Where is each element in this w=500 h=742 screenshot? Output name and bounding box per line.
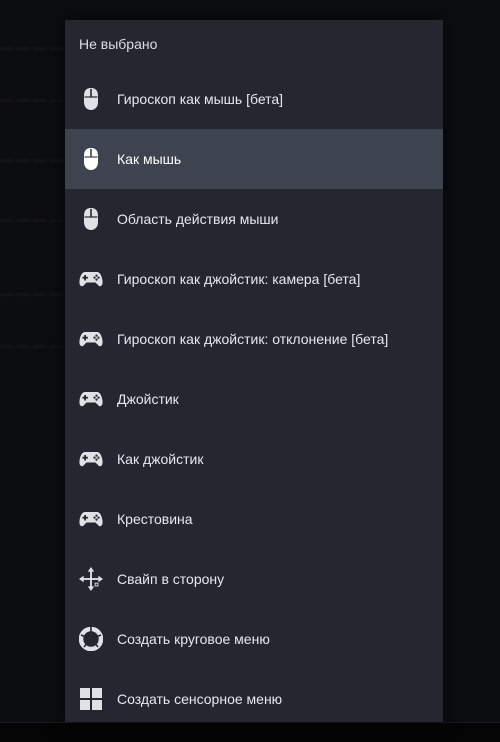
menu-item-create-touch-menu[interactable]: Создать сенсорное меню bbox=[65, 669, 443, 722]
menu-item-as-joystick[interactable]: Как джойстик bbox=[65, 429, 443, 489]
menu-item-label: Область действия мыши bbox=[117, 211, 279, 227]
grid-menu-icon bbox=[79, 687, 103, 711]
mouse-icon bbox=[79, 207, 103, 231]
gamepad-icon bbox=[79, 507, 103, 531]
gamepad-icon bbox=[79, 327, 103, 351]
menu-item-label: Создать сенсорное меню bbox=[117, 691, 283, 707]
menu-item-label: Как мышь bbox=[117, 151, 182, 167]
background-text: — — — — bbox=[0, 286, 63, 301]
menu-item-as-mouse[interactable]: Как мышь bbox=[65, 129, 443, 189]
menu-header-none-selected[interactable]: Не выбрано bbox=[79, 36, 157, 52]
gamepad-icon bbox=[79, 447, 103, 471]
menu-item-label: Крестовина bbox=[117, 511, 193, 527]
gamepad-icon bbox=[79, 267, 103, 291]
background-text: — — — — bbox=[0, 152, 63, 167]
background-text: — — — — bbox=[0, 212, 63, 227]
menu-item-gyro-joystick-camera[interactable]: Гироскоп как джойстик: камера [бета] bbox=[65, 249, 443, 309]
menu-item-label: Гироскоп как джойстик: камера [бета] bbox=[117, 271, 361, 287]
swipe-arrows-icon bbox=[79, 567, 103, 591]
mouse-icon bbox=[79, 87, 103, 111]
menu-item-label: Гироскоп как мышь [бета] bbox=[117, 91, 284, 107]
menu-item-dpad[interactable]: Крестовина bbox=[65, 489, 443, 549]
menu-item-label: Как джойстик bbox=[117, 451, 204, 467]
background-text: — — — — bbox=[0, 338, 63, 353]
radial-menu-icon bbox=[79, 627, 103, 651]
bottom-bar bbox=[0, 722, 500, 742]
menu-item-swipe-sideways[interactable]: Свайп в сторону bbox=[65, 549, 443, 609]
background-text: — — — — bbox=[0, 92, 63, 107]
menu-item-label: Свайп в сторону bbox=[117, 571, 225, 587]
mode-dropdown-menu: Не выбрано Гироскоп как мышь [бета] Как … bbox=[65, 20, 443, 722]
menu-item-gyro-joystick-deflection[interactable]: Гироскоп как джойстик: отклонение [бета] bbox=[65, 309, 443, 369]
gamepad-icon bbox=[79, 387, 103, 411]
mouse-icon bbox=[79, 147, 103, 171]
menu-item-label: Создать круговое меню bbox=[117, 631, 270, 647]
menu-item-mouse-region[interactable]: Область действия мыши bbox=[65, 189, 443, 249]
menu-item-label: Гироскоп как джойстик: отклонение [бета] bbox=[117, 331, 389, 347]
menu-item-create-radial-menu[interactable]: Создать круговое меню bbox=[65, 609, 443, 669]
menu-item-joystick[interactable]: Джойстик bbox=[65, 369, 443, 429]
menu-item-gyro-as-mouse[interactable]: Гироскоп как мышь [бета] bbox=[65, 69, 443, 129]
menu-item-label: Джойстик bbox=[117, 391, 179, 407]
